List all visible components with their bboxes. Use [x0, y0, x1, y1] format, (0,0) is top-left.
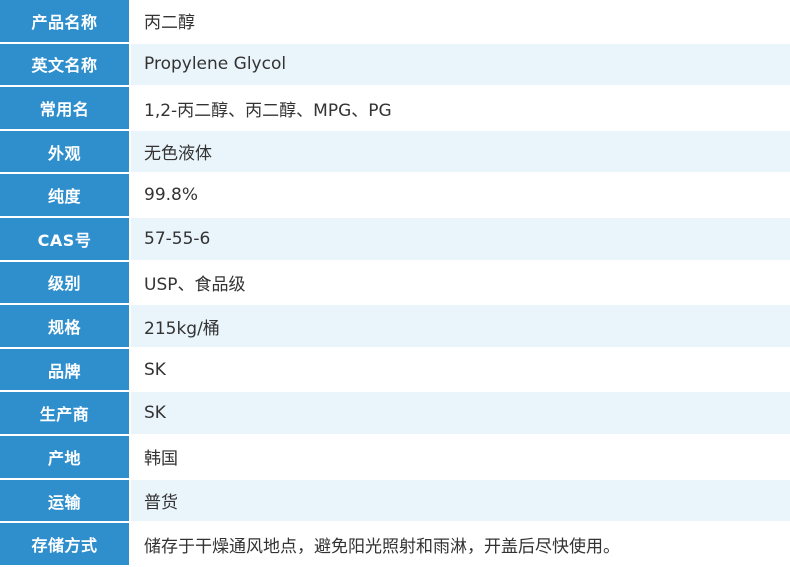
spec-value: USP、食品级 [131, 261, 790, 304]
spec-row-cas-number: CAS号 57-55-6 [0, 218, 790, 260]
spec-row-product-name: 产品名称 丙二醇 [0, 0, 790, 42]
spec-value: Propylene Glycol [131, 43, 790, 86]
spec-label: 级别 [0, 261, 129, 304]
spec-label: 纯度 [0, 174, 129, 217]
spec-label: 生产商 [0, 392, 129, 435]
spec-label: 产品名称 [0, 0, 129, 42]
spec-row-packaging: 规格 215kg/桶 [0, 305, 790, 347]
spec-value: 无色液体 [131, 130, 790, 173]
product-spec-table: 产品名称 丙二醇 英文名称 Propylene Glycol 常用名 1,2-丙… [0, 0, 790, 565]
spec-row-manufacturer: 生产商 SK [0, 392, 790, 435]
spec-row-english-name: 英文名称 Propylene Glycol [0, 43, 790, 86]
spec-row-grade: 级别 USP、食品级 [0, 261, 790, 304]
spec-value: 57-55-6 [131, 218, 790, 260]
spec-row-origin: 产地 韩国 [0, 436, 790, 478]
spec-value: SK [131, 348, 790, 391]
spec-value: 丙二醇 [131, 0, 790, 42]
spec-label: 产地 [0, 436, 129, 478]
spec-row-transport: 运输 普货 [0, 479, 790, 522]
spec-value: 215kg/桶 [131, 305, 790, 347]
spec-row-purity: 纯度 99.8% [0, 174, 790, 217]
spec-row-appearance: 外观 无色液体 [0, 130, 790, 173]
spec-label: 英文名称 [0, 43, 129, 86]
spec-value: SK [131, 392, 790, 435]
spec-row-brand: 品牌 SK [0, 348, 790, 391]
spec-row-storage: 存储方式 储存于干燥通风地点，避免阳光照射和雨淋，开盖后尽快使用。 [0, 523, 790, 565]
spec-value: 普货 [131, 479, 790, 522]
spec-label: 运输 [0, 479, 129, 522]
spec-label: 存储方式 [0, 523, 129, 565]
spec-label: 外观 [0, 130, 129, 173]
spec-label: CAS号 [0, 218, 129, 260]
spec-value: 99.8% [131, 174, 790, 217]
spec-label: 品牌 [0, 348, 129, 391]
spec-row-common-name: 常用名 1,2-丙二醇、丙二醇、MPG、PG [0, 87, 790, 129]
spec-label: 规格 [0, 305, 129, 347]
spec-value: 1,2-丙二醇、丙二醇、MPG、PG [131, 87, 790, 129]
spec-value: 韩国 [131, 436, 790, 478]
spec-value: 储存于干燥通风地点，避免阳光照射和雨淋，开盖后尽快使用。 [131, 523, 790, 565]
spec-label: 常用名 [0, 87, 129, 129]
